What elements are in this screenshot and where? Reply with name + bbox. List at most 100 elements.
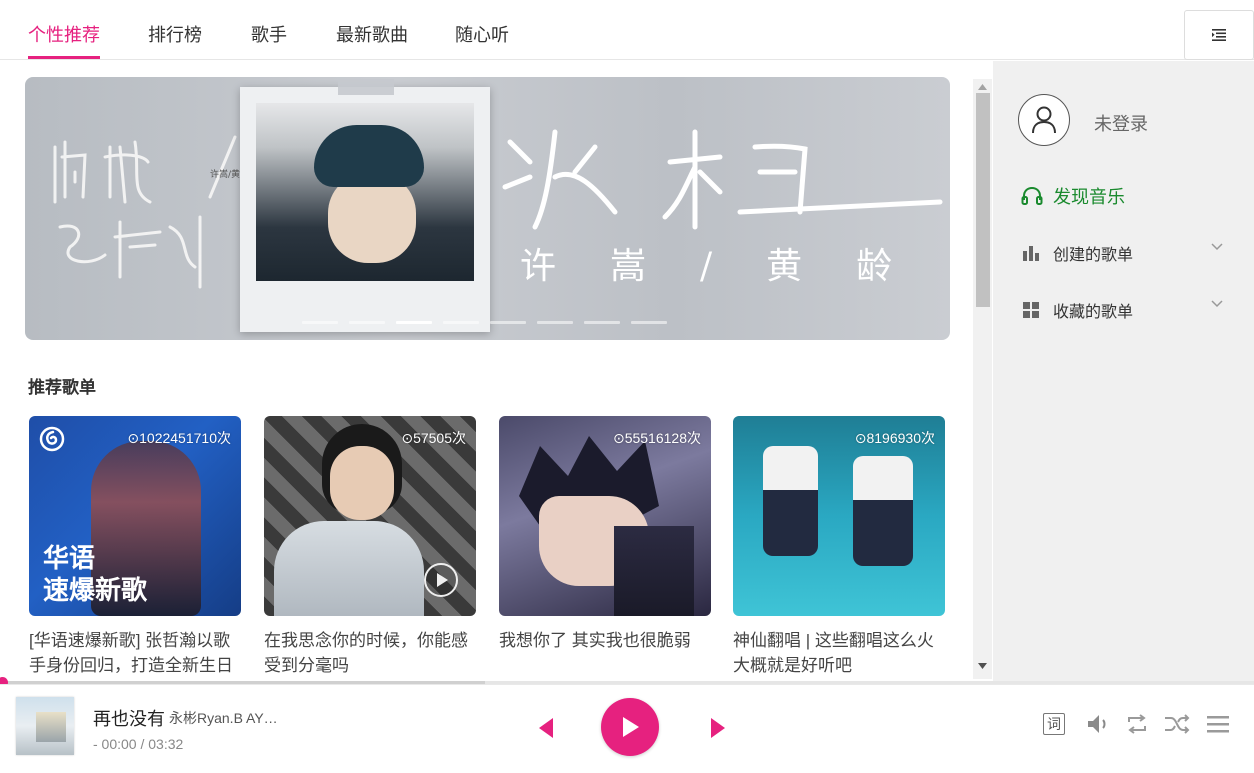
player-bar: 再也没有 永彬Ryan.B AY… - 00:00 / 03:32 词	[0, 684, 1254, 773]
scroll-up-arrow-icon[interactable]	[978, 84, 987, 90]
tape-decoration	[338, 79, 394, 95]
girl-figure-right	[853, 456, 913, 566]
play-icon	[623, 717, 639, 737]
sidebar-item-label: 创建的歌单	[1053, 247, 1134, 264]
artist-cap	[314, 125, 424, 187]
carousel-dot[interactable]	[396, 321, 432, 324]
chevron-down-icon[interactable]	[1211, 300, 1223, 308]
lyrics-button[interactable]: 词	[1043, 713, 1065, 735]
play-button[interactable]	[601, 698, 659, 756]
shuffle-icon	[1165, 714, 1190, 734]
sidebar-item-discover[interactable]: 发现音乐	[1021, 184, 1125, 208]
playlist-title[interactable]: 我想你了 其实我也很脆弱	[499, 628, 711, 653]
sidebar-item-collected-playlists[interactable]: 收藏的歌单	[1021, 298, 1223, 322]
tab-new-songs[interactable]: 最新歌曲	[336, 10, 408, 60]
playlist-button[interactable]	[1205, 711, 1231, 737]
lyrics-label: 词	[1047, 716, 1061, 732]
playlist-card[interactable]: ⊙55516128次 我想你了 其实我也很脆弱	[499, 416, 711, 653]
play-count-value: 55516128次	[624, 430, 701, 446]
banner-album-calligraphy: 许嵩/黄龄	[53, 135, 240, 289]
shuffle-button[interactable]	[1164, 711, 1190, 737]
tab-charts[interactable]: 排行榜	[148, 10, 202, 60]
playlist-card[interactable]: ⊙1022451710次 华语 速爆新歌 [华语速爆新歌] 张哲瀚以歌手身份回归…	[29, 416, 241, 678]
banner-artists: 许嵩/黄龄	[520, 246, 947, 287]
carousel-dot[interactable]	[443, 321, 479, 324]
carousel-dot[interactable]	[349, 321, 385, 324]
headphones-icon	[1021, 186, 1043, 205]
previous-track-icon[interactable]	[536, 715, 556, 741]
bar-chart-icon	[1023, 246, 1039, 261]
volume-button[interactable]	[1085, 711, 1111, 737]
top-nav: 个性推荐 排行榜 歌手 最新歌曲 随心听	[0, 10, 1254, 60]
play-count: ⊙1022451710次	[127, 428, 231, 448]
carousel-dot[interactable]	[631, 321, 667, 324]
play-count: ⊙8196930次	[855, 428, 935, 448]
tab-singers[interactable]: 歌手	[251, 10, 287, 60]
netease-logo-icon	[39, 426, 65, 452]
banner-polaroid-photo	[240, 79, 490, 332]
playlist-menu-icon	[1207, 716, 1229, 733]
play-count: ⊙57505次	[401, 428, 466, 448]
play-count-value: 1022451710次	[139, 430, 231, 446]
playlist-title[interactable]: [华语速爆新歌] 张哲瀚以歌手身份回归，打造全新生日	[29, 628, 241, 678]
banner-carousel[interactable]: 许嵩/黄龄 冰柜 许嵩/黄龄	[25, 77, 950, 340]
grid-icon	[1023, 302, 1039, 318]
sidebar-item-created-playlists[interactable]: 创建的歌单	[1021, 241, 1223, 265]
play-count-value: 57505次	[413, 430, 466, 446]
play-count: ⊙55516128次	[613, 428, 701, 448]
playlist-card[interactable]: ⊙8196930次 神仙翻唱 | 这些翻唱这么火大概就是好听吧	[733, 416, 945, 678]
app-root: 个性推荐 排行榜 歌手 最新歌曲 随心听 许嵩/黄 冰柜 许嵩/黄龄 推荐歌单 …	[0, 0, 1254, 773]
carousel-dot[interactable]	[302, 321, 338, 324]
playlist-title[interactable]: 神仙翻唱 | 这些翻唱这么火大概就是好听吧	[733, 628, 945, 678]
playlist-cover[interactable]: ⊙8196930次	[733, 416, 945, 616]
repeat-icon	[1128, 714, 1146, 734]
play-count-icon: ⊙	[401, 430, 414, 446]
play-overlay-icon[interactable]	[423, 562, 459, 598]
song-title[interactable]: 再也没有	[93, 705, 165, 731]
sidebar-item-label: 发现音乐	[1053, 187, 1125, 207]
banner-small-text: 许嵩/黄龄	[210, 168, 240, 180]
song-artist[interactable]: 永彬Ryan.B AY…	[169, 708, 278, 728]
tab-personal-recommend[interactable]: 个性推荐	[28, 10, 100, 60]
cover-text: 华语 速爆新歌	[43, 543, 148, 605]
play-count-value: 8196930次	[866, 430, 935, 446]
login-status[interactable]: 未登录	[1094, 110, 1148, 136]
banner-song-title-art: 冰柜	[495, 117, 943, 230]
playlist-card[interactable]: ⊙57505次 在我思念你的时候，你能感受到分毫吗	[264, 416, 476, 678]
girl-figure-left	[763, 446, 818, 556]
carousel-dots	[302, 321, 667, 324]
banner-title-text: 冰柜	[495, 117, 497, 118]
repeat-button[interactable]	[1124, 711, 1150, 737]
playlist-cover[interactable]: ⊙55516128次	[499, 416, 711, 616]
playlist-title[interactable]: 在我思念你的时候，你能感受到分毫吗	[264, 628, 476, 678]
playlist-cover[interactable]: ⊙1022451710次 华语 速爆新歌	[29, 416, 241, 616]
artist-clothes	[274, 521, 424, 616]
play-count-icon: ⊙	[854, 430, 867, 446]
artist-face	[330, 446, 394, 520]
section-title-recommend: 推荐歌单	[28, 378, 96, 397]
tab-random-listen[interactable]: 随心听	[455, 10, 509, 60]
carousel-dot[interactable]	[490, 321, 526, 324]
now-playing-cover[interactable]	[16, 697, 74, 755]
scrollbar-thumb[interactable]	[976, 93, 990, 307]
next-track-icon[interactable]	[708, 715, 728, 741]
anime-body	[614, 526, 694, 616]
sidebar: 未登录 发现音乐 创建的歌单 收藏的歌单	[993, 61, 1254, 683]
playlist-cover[interactable]: ⊙57505次	[264, 416, 476, 616]
chevron-down-icon[interactable]	[1211, 243, 1223, 251]
user-icon	[1032, 106, 1056, 134]
play-count-icon: ⊙	[612, 430, 625, 446]
cover-art-figure	[36, 712, 66, 742]
song-time: - 00:00 / 03:32	[93, 736, 184, 752]
carousel-dot[interactable]	[537, 321, 573, 324]
artist-photo	[256, 103, 474, 281]
volume-icon	[1088, 715, 1106, 733]
menu-list-icon	[1212, 29, 1226, 41]
menu-button[interactable]	[1184, 10, 1254, 60]
play-count-icon: ⊙	[127, 430, 140, 446]
carousel-dot[interactable]	[584, 321, 620, 324]
avatar[interactable]	[1018, 94, 1070, 146]
sidebar-item-label: 收藏的歌单	[1053, 304, 1134, 321]
main-scrollbar[interactable]	[973, 79, 992, 679]
scroll-down-arrow-icon[interactable]	[978, 663, 987, 669]
